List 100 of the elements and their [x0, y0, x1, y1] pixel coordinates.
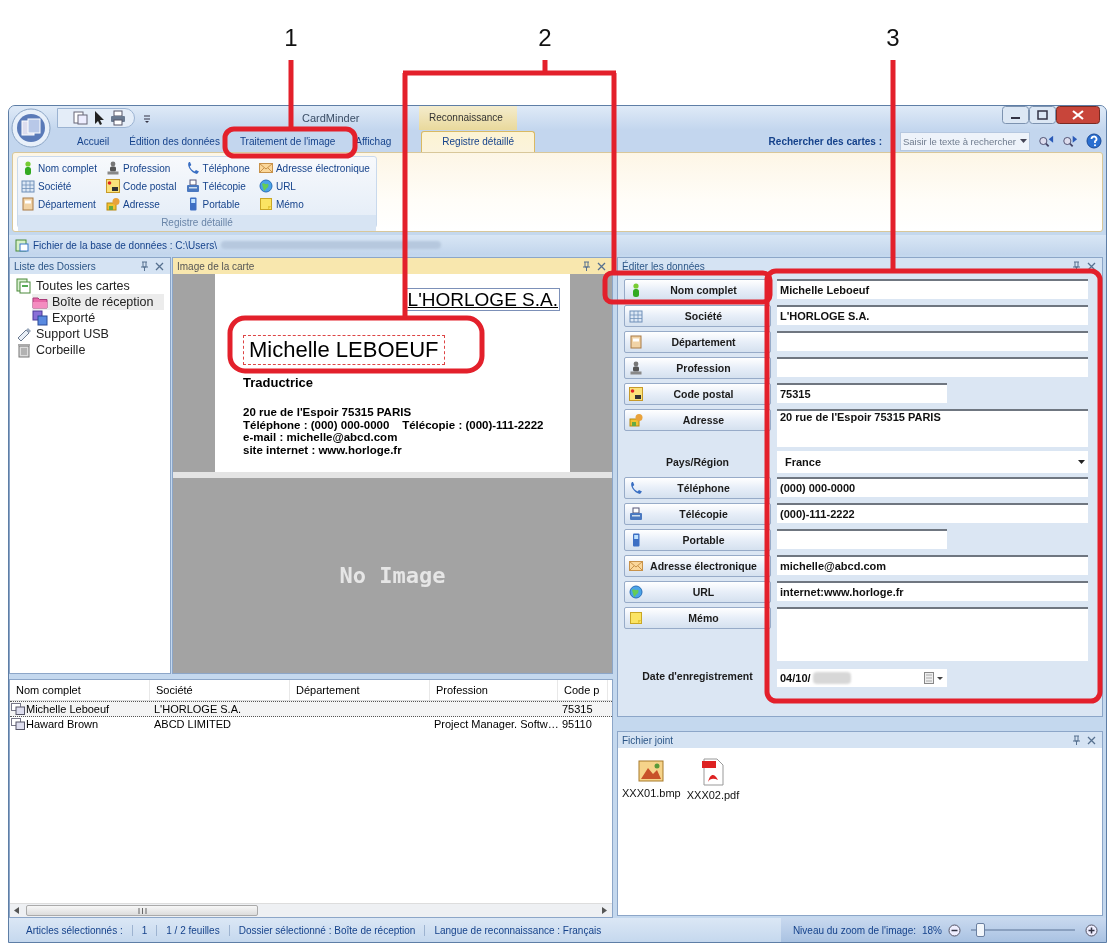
field-button[interactable]: Code postal	[624, 383, 771, 405]
ribbon-button[interactable]: URL	[258, 177, 373, 195]
scroll-right-icon[interactable]	[602, 907, 608, 914]
group-label: Registre détaillé	[18, 215, 376, 231]
file-name[interactable]: XXX02.pdf	[686, 789, 740, 801]
text-field[interactable]: 20 rue de l'Espoir 75315 PARIS	[777, 409, 1088, 447]
text-field[interactable]: Michelle Leboeuf	[777, 279, 1088, 299]
ribbon-tab[interactable]: Accueil	[69, 132, 118, 152]
text-field[interactable]	[777, 607, 1088, 661]
globe-icon	[258, 179, 273, 193]
field-button[interactable]: Mémo	[624, 607, 771, 629]
text-field[interactable]: (000)-111-2222	[777, 503, 1088, 523]
building-icon	[629, 309, 643, 323]
field-button[interactable]: Télécopie	[624, 503, 771, 525]
column-header[interactable]: Nom complet	[10, 680, 150, 700]
card-company: L'HORLOGE S.A.	[405, 288, 560, 311]
text-field[interactable]	[777, 529, 947, 549]
card-text-line: e-mail : michelle@abcd.com	[243, 431, 399, 444]
text-field[interactable]: 75315	[777, 383, 947, 403]
folder-item[interactable]: Toutes les cartes	[16, 278, 164, 294]
close-button[interactable]	[1056, 106, 1100, 124]
ribbon-button[interactable]: Télécopie	[185, 177, 253, 195]
redaction-mark	[812, 672, 851, 684]
envelope-icon	[258, 161, 273, 175]
ribbon-button[interactable]: Département	[21, 195, 101, 213]
field-button[interactable]: Département	[624, 331, 771, 353]
status-text: Articles sélectionnés :	[25, 924, 124, 936]
text-field[interactable]	[777, 331, 1088, 351]
zoom-out-button[interactable]	[948, 923, 961, 937]
field-button[interactable]: Adresse électronique	[624, 555, 771, 577]
text-field[interactable]: internet:www.horloge.fr	[777, 581, 1088, 601]
close-icon[interactable]	[597, 261, 606, 271]
text-field[interactable]: michelle@abcd.com	[777, 555, 1088, 575]
field-button[interactable]: Profession	[624, 357, 771, 379]
search-field[interactable]: Saisir le texte à rechercher	[900, 131, 1030, 151]
ribbon-button[interactable]: Téléphone	[185, 159, 253, 177]
pdf-file-icon[interactable]	[700, 758, 726, 786]
ribbon-tab[interactable]: Registre détaillé	[421, 131, 535, 152]
database-icon	[15, 238, 29, 252]
ribbon-button[interactable]: Nom complet	[21, 159, 101, 177]
folder-item[interactable]: Boîte de réception	[32, 294, 164, 310]
search-previous-icon[interactable]	[1038, 133, 1054, 149]
image-file-icon[interactable]	[638, 758, 665, 784]
table-cell: Haward Brown	[26, 718, 99, 730]
column-header[interactable]: Code p	[558, 680, 608, 700]
scroll-left-icon[interactable]	[14, 907, 20, 914]
ribbon-button[interactable]: Portable	[185, 195, 253, 213]
ribbon-button[interactable]: Adresse	[106, 195, 180, 213]
ribbon-button[interactable]: Adresse électronique	[258, 159, 373, 177]
table-cell: Project Manager. Softw…	[434, 718, 559, 730]
date-field[interactable]: 04/10/	[777, 669, 947, 687]
text-field[interactable]: L'HORLOGE S.A.	[777, 305, 1088, 325]
table-cell: 75315	[562, 703, 593, 715]
folder-item[interactable]: Exporté	[32, 310, 164, 326]
pin-icon[interactable]	[1072, 735, 1081, 745]
ribbon-tab[interactable]: Affichag	[347, 132, 400, 152]
calendar-icon[interactable]	[924, 672, 944, 684]
ribbon-button[interactable]: Société	[21, 177, 101, 195]
column-header[interactable]: Département	[290, 680, 430, 700]
close-icon[interactable]	[155, 261, 164, 271]
field-button[interactable]: Société	[624, 305, 771, 327]
folder-item[interactable]: Support USB	[16, 326, 164, 342]
phone-icon	[629, 481, 643, 495]
status-text: 1 / 2 feuilles	[156, 924, 229, 936]
trash-icon	[16, 342, 32, 358]
ribbon-tab[interactable]: Édition des données	[121, 132, 228, 152]
dropdown-caret-icon	[1078, 460, 1085, 464]
field-button[interactable]: Téléphone	[624, 477, 771, 499]
minimize-button[interactable]	[1002, 106, 1029, 124]
field-button[interactable]: Portable	[624, 529, 771, 551]
ribbon-button[interactable]: Code postal	[106, 177, 180, 195]
column-header[interactable]: Société	[150, 680, 290, 700]
ribbon-button[interactable]: Profession	[106, 159, 180, 177]
field-button[interactable]: Adresse	[624, 409, 771, 431]
table-row[interactable]: Michelle Leboeuf L'HORLOGE S.A. 75315	[10, 701, 612, 717]
customize-caret-icon[interactable]	[143, 113, 151, 123]
search-next-icon[interactable]	[1062, 133, 1078, 149]
table-row[interactable]: Haward Brown ABCD LIMITED Project Manager. Softw… 95110	[10, 717, 612, 731]
scroll-thumb[interactable]	[26, 905, 258, 916]
pin-icon[interactable]	[1072, 261, 1081, 271]
maximize-button[interactable]	[1029, 106, 1056, 124]
text-field[interactable]	[777, 357, 1088, 377]
ribbon-button[interactable]: Mémo	[258, 195, 373, 213]
close-icon[interactable]	[1087, 735, 1096, 745]
help-icon[interactable]	[1086, 133, 1102, 149]
file-name[interactable]: XXX01.bmp	[622, 787, 681, 799]
printer-icon[interactable]	[110, 110, 126, 126]
close-icon[interactable]	[1087, 261, 1096, 271]
zoom-in-button[interactable]	[1085, 923, 1098, 937]
table-cell: 95110	[562, 718, 592, 730]
column-header[interactable]: Profession	[430, 680, 558, 700]
status-text: Dossier sélectionné : Boîte de réception	[228, 924, 425, 936]
slider-thumb[interactable]	[976, 923, 986, 937]
pin-icon[interactable]	[582, 261, 591, 271]
pin-icon[interactable]	[140, 261, 149, 271]
text-field[interactable]: (000) 000-0000	[777, 477, 1088, 497]
folder-item[interactable]: Corbeille	[16, 342, 164, 358]
dropdown[interactable]: France	[777, 451, 1088, 473]
horizontal-scrollbar[interactable]	[10, 903, 612, 917]
field-button[interactable]: URL	[624, 581, 771, 603]
